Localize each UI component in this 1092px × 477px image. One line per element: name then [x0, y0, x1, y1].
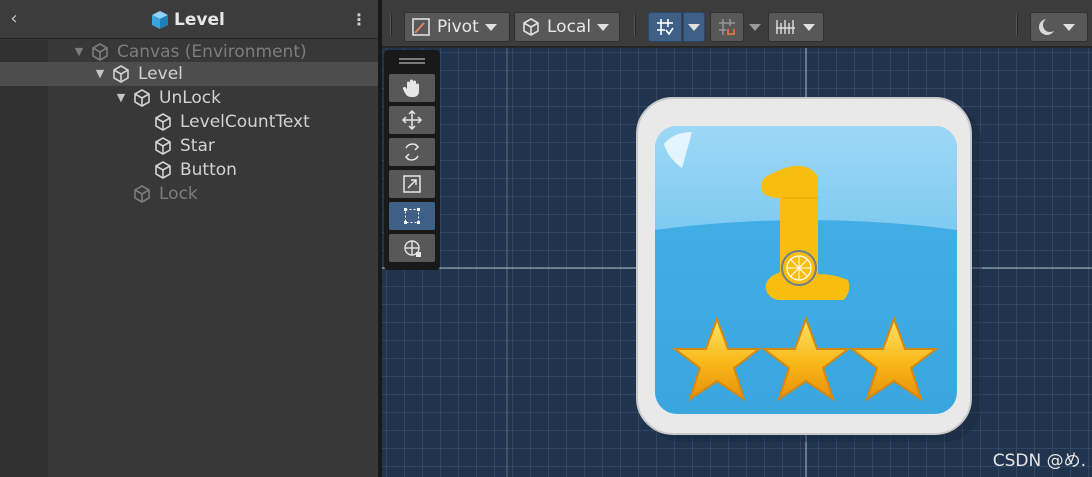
- local-label: Local: [547, 17, 592, 37]
- tools-overlay: [384, 50, 440, 270]
- gameobject-cube-icon: [113, 65, 129, 83]
- grid-snap-toggle[interactable]: [648, 12, 682, 42]
- tree-item-star[interactable]: Star: [0, 134, 378, 158]
- tree-item-label: LevelCountText: [180, 112, 310, 132]
- gameobject-cube-icon: [92, 43, 108, 61]
- pivot-label: Pivot: [437, 17, 479, 37]
- expand-arrow-icon[interactable]: ▼: [114, 90, 128, 106]
- rotate-icon: [404, 143, 420, 161]
- tree-item-label: Lock: [159, 184, 198, 204]
- tree-item-label: Canvas (Environment): [117, 42, 307, 62]
- draw-mode-dropdown[interactable]: [1030, 12, 1088, 42]
- snap-settings-dropdown[interactable]: [768, 12, 824, 42]
- transform-icon: [404, 240, 421, 257]
- scale-tool-button[interactable]: [389, 170, 435, 198]
- drag-handle-icon[interactable]: [399, 58, 425, 64]
- shading-sphere-icon: [1039, 18, 1057, 35]
- star-icon: [849, 316, 939, 402]
- stars-graphic: [672, 316, 939, 402]
- gameobject-cube-icon: [134, 185, 150, 203]
- toolbar-separator: [634, 14, 636, 36]
- toolbar-separator: [390, 14, 392, 36]
- tree-item-levelcounttext[interactable]: LevelCountText: [0, 110, 378, 134]
- chevron-down-icon: [688, 23, 700, 31]
- chevron-down-icon: [1063, 23, 1075, 31]
- chevron-down-icon: [803, 23, 815, 31]
- scene-view: Pivot Local 1 CSDN @め.: [382, 0, 1092, 477]
- gameobject-cube-icon: [155, 137, 171, 155]
- toolbar-separator: [1016, 14, 1018, 36]
- pivot-dropdown[interactable]: Pivot: [404, 12, 510, 42]
- hierarchy-panel: ‹ Level ⋮ ▼ Canvas (Environment) ▼ Level…: [0, 0, 378, 477]
- grid-snap-icon: [657, 19, 674, 36]
- rect-tool-button[interactable]: [389, 202, 435, 230]
- scale-icon: [403, 175, 421, 193]
- tree-item-level[interactable]: ▼ Level: [0, 62, 378, 86]
- tree-item-lock[interactable]: Lock: [0, 182, 378, 206]
- prefab-title-label: Level: [174, 10, 225, 30]
- grid-snap-dropdown[interactable]: [683, 12, 705, 42]
- tree-item-label: Button: [180, 160, 237, 180]
- tree-item-button[interactable]: Button: [0, 158, 378, 182]
- gameobject-cube-icon: [155, 113, 171, 131]
- tree-item-label: UnLock: [159, 88, 221, 108]
- star-icon: [761, 316, 851, 402]
- kebab-menu-icon[interactable]: ⋮: [351, 9, 367, 31]
- prefab-title: Level: [150, 8, 225, 32]
- prefab-cube-icon: [152, 11, 168, 29]
- local-cube-icon: [523, 18, 539, 36]
- move-icon: [401, 109, 423, 131]
- chevron-left-icon[interactable]: ‹: [6, 8, 22, 30]
- gameobject-cube-icon: [134, 89, 150, 107]
- tree-item-label: Level: [138, 64, 183, 84]
- tree-item-label: Star: [180, 136, 215, 156]
- tree-item-unlock[interactable]: ▼ UnLock: [0, 86, 378, 110]
- rotate-tool-button[interactable]: [389, 138, 435, 166]
- hierarchy-header: ‹ Level ⋮: [0, 0, 378, 39]
- ruler-icon: [776, 20, 795, 34]
- gameobject-cube-icon: [155, 161, 171, 179]
- local-dropdown[interactable]: Local: [514, 12, 620, 42]
- hand-tool-button[interactable]: [389, 74, 435, 102]
- expand-arrow-icon[interactable]: ▼: [93, 66, 107, 82]
- watermark: CSDN @め.: [992, 451, 1086, 471]
- expand-arrow-icon[interactable]: ▼: [72, 44, 86, 60]
- transform-tool-button[interactable]: [389, 234, 435, 262]
- pivot-icon: [412, 18, 430, 36]
- star-icon: [672, 316, 762, 402]
- increment-snap-icon: [719, 19, 735, 35]
- tree-item-canvas-environment[interactable]: ▼ Canvas (Environment): [0, 40, 378, 64]
- scene-canvas[interactable]: 1: [382, 48, 1092, 477]
- scene-toolbar: Pivot Local: [382, 0, 1092, 47]
- increment-snap-toggle[interactable]: [710, 12, 744, 42]
- chevron-down-icon: [749, 23, 761, 31]
- move-tool-button[interactable]: [389, 106, 435, 134]
- chevron-down-icon: [484, 23, 497, 31]
- increment-snap-dropdown[interactable]: [745, 12, 765, 42]
- chevron-down-icon: [597, 23, 610, 31]
- hand-icon: [402, 79, 419, 97]
- rect-transform-icon: [404, 208, 420, 224]
